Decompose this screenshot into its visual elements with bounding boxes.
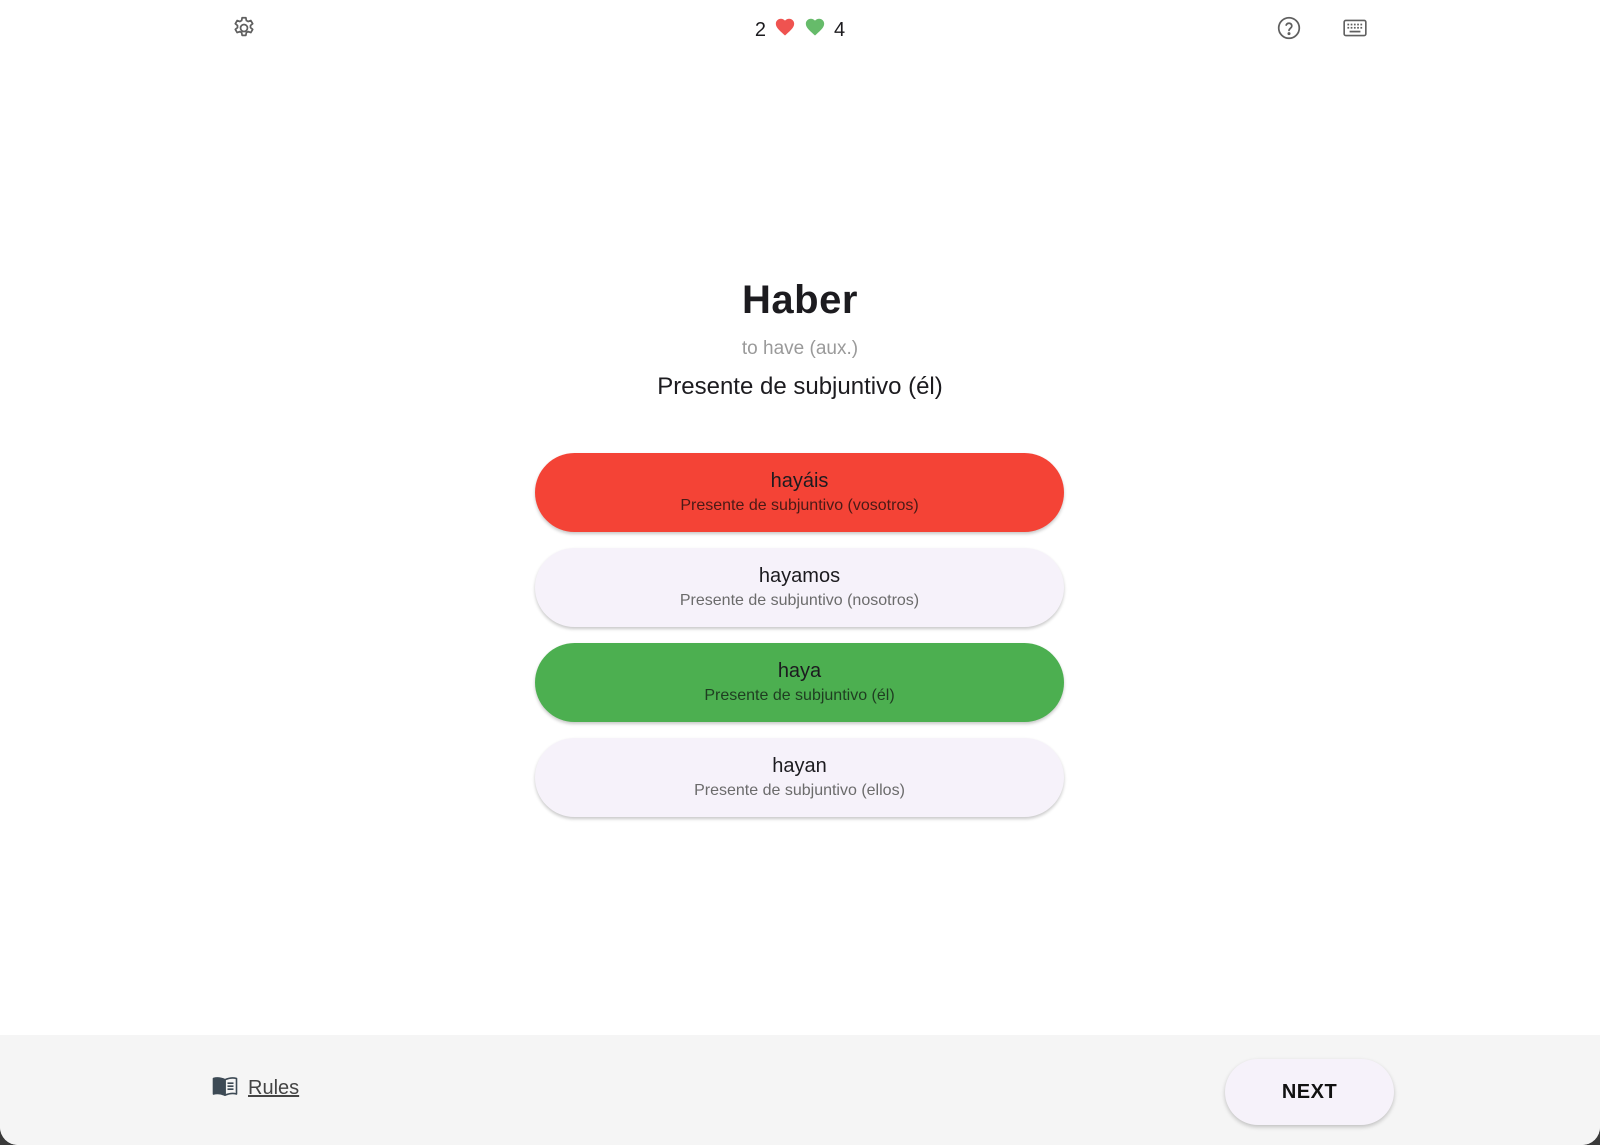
answer-option[interactable]: hayan Presente de subjuntivo (ellos)	[535, 738, 1064, 817]
top-bar: 2 4	[0, 0, 1600, 60]
help-circle-icon	[1276, 15, 1302, 46]
help-button[interactable]	[1273, 14, 1305, 46]
keyboard-button[interactable]	[1339, 14, 1371, 46]
verb-title: Haber	[742, 278, 858, 322]
app-screen: 2 4 Haber to have (aux.) Presente de sub…	[0, 0, 1600, 1145]
answer-option-correct[interactable]: haya Presente de subjuntivo (él)	[535, 643, 1064, 722]
option-description: Presente de subjuntivo (vosotros)	[680, 497, 919, 514]
option-description: Presente de subjuntivo (él)	[704, 687, 895, 704]
wrong-count: 2	[754, 18, 766, 41]
rules-label: Rules	[248, 1077, 300, 1099]
verb-translation: to have (aux.)	[741, 338, 859, 359]
option-form: hayamos	[758, 565, 841, 587]
option-form: hayáis	[770, 470, 829, 492]
option-form: haya	[777, 660, 822, 682]
book-icon	[212, 1075, 238, 1102]
answer-options: hayáis Presente de subjuntivo (vosotros)…	[535, 453, 1064, 817]
option-description: Presente de subjuntivo (ellos)	[694, 782, 905, 799]
right-count: 4	[834, 18, 846, 41]
next-button[interactable]: NEXT	[1225, 1059, 1394, 1125]
answer-option[interactable]: hayamos Presente de subjuntivo (nosotros…	[535, 548, 1064, 627]
keyboard-icon	[1342, 15, 1368, 46]
option-form: hayan	[772, 755, 827, 777]
option-description: Presente de subjuntivo (nosotros)	[679, 592, 920, 609]
heart-icon	[774, 16, 796, 44]
bottom-bar: Rules NEXT	[0, 1035, 1600, 1145]
answer-option-wrong[interactable]: hayáis Presente de subjuntivo (vosotros)	[535, 453, 1064, 532]
conjugation-prompt: Presente de subjuntivo (él)	[657, 373, 943, 400]
rules-link[interactable]: Rules	[212, 1075, 299, 1102]
heart-icon	[804, 16, 826, 44]
